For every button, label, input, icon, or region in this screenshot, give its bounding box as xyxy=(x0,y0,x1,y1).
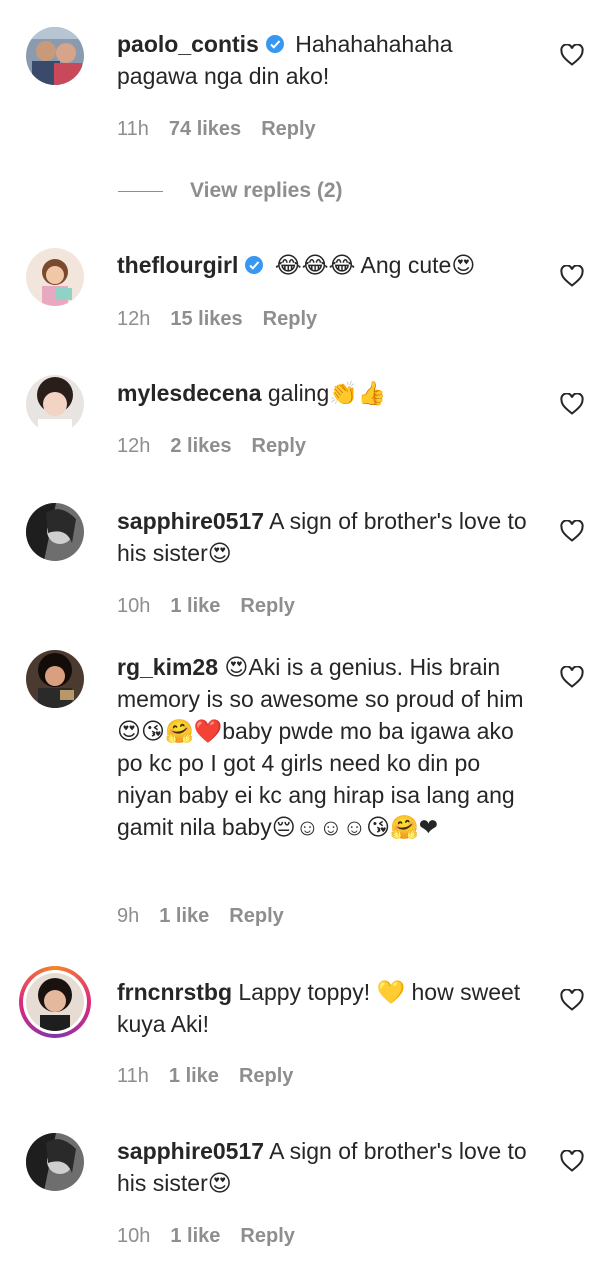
verified-badge-icon xyxy=(244,251,264,274)
comment-text: paolo_contis Hahahahahaha pagawa nga din… xyxy=(117,28,537,92)
comment-meta: 12h 2 likes Reply xyxy=(117,435,326,458)
verified-badge-icon xyxy=(265,30,285,53)
heart-outline-icon[interactable] xyxy=(560,666,584,688)
likes-count[interactable]: 74 likes xyxy=(169,118,241,140)
timestamp: 10h xyxy=(117,595,151,617)
avatar[interactable] xyxy=(26,973,84,1031)
reply-button[interactable]: Reply xyxy=(239,1065,293,1087)
username[interactable]: sapphire0517 xyxy=(117,1138,264,1164)
heart-outline-icon[interactable] xyxy=(560,44,584,66)
heart-outline-icon[interactable] xyxy=(560,265,584,287)
username[interactable]: frncnrstbg xyxy=(117,979,232,1005)
avatar[interactable] xyxy=(26,375,84,433)
reply-button[interactable]: Reply xyxy=(263,308,317,330)
reply-button[interactable]: Reply xyxy=(229,905,283,927)
comment-body: galing👏👍 xyxy=(261,380,387,406)
reply-button[interactable]: Reply xyxy=(240,595,294,617)
reply-button[interactable]: Reply xyxy=(252,435,306,457)
timestamp: 12h xyxy=(117,435,151,457)
heart-outline-icon[interactable] xyxy=(560,1150,584,1172)
comment-text: mylesdecena galing👏👍 xyxy=(117,377,537,409)
reply-button[interactable]: Reply xyxy=(261,118,315,140)
comment-meta: 11h 74 likes Reply xyxy=(117,118,336,141)
avatar[interactable] xyxy=(26,503,84,561)
username[interactable]: paolo_contis xyxy=(117,31,259,57)
timestamp: 12h xyxy=(117,308,151,330)
username[interactable]: theflourgirl xyxy=(117,252,238,278)
comment-meta: 9h 1 like Reply xyxy=(117,905,304,928)
heart-outline-icon[interactable] xyxy=(560,520,584,542)
timestamp: 11h xyxy=(117,118,149,140)
comment-body: 😂😂😂 Ang cute😍 xyxy=(268,252,476,278)
username[interactable]: sapphire0517 xyxy=(117,508,264,534)
comment-meta: 10h 1 like Reply xyxy=(117,595,315,618)
avatar[interactable] xyxy=(26,1133,84,1191)
comment-text: rg_kim28 😍Aki is a genius. His brain mem… xyxy=(117,651,537,843)
replies-divider xyxy=(118,191,163,192)
comment-body: 😍Aki is a genius. His brain memory is so… xyxy=(117,654,524,840)
heart-outline-icon[interactable] xyxy=(560,393,584,415)
comment-meta: 12h 15 likes Reply xyxy=(117,308,337,331)
avatar[interactable] xyxy=(26,650,84,708)
reply-button[interactable]: Reply xyxy=(240,1225,294,1247)
timestamp: 9h xyxy=(117,905,140,927)
likes-count[interactable]: 2 likes xyxy=(170,435,231,457)
comment-meta: 10h 1 like Reply xyxy=(117,1225,315,1248)
likes-count[interactable]: 1 like xyxy=(169,1065,219,1087)
username[interactable]: mylesdecena xyxy=(117,380,261,406)
avatar[interactable] xyxy=(26,248,84,306)
likes-count[interactable]: 1 like xyxy=(170,595,220,617)
likes-count[interactable]: 1 like xyxy=(159,905,209,927)
likes-count[interactable]: 1 like xyxy=(170,1225,220,1247)
comment-meta: 11h 1 like Reply xyxy=(117,1065,313,1088)
view-replies-button[interactable]: View replies (2) xyxy=(190,179,343,203)
comment-text: sapphire0517 A sign of brother's love to… xyxy=(117,505,537,569)
username[interactable]: rg_kim28 xyxy=(117,654,218,680)
likes-count[interactable]: 15 likes xyxy=(170,308,242,330)
timestamp: 10h xyxy=(117,1225,151,1247)
comment-text: sapphire0517 A sign of brother's love to… xyxy=(117,1135,537,1199)
avatar[interactable] xyxy=(26,27,84,85)
heart-outline-icon[interactable] xyxy=(560,989,584,1011)
comment-text: theflourgirl 😂😂😂 Ang cute😍 xyxy=(117,249,537,281)
timestamp: 11h xyxy=(117,1065,149,1087)
comment-text: frncnrstbg Lappy toppy! 💛 how sweet kuya… xyxy=(117,976,537,1040)
